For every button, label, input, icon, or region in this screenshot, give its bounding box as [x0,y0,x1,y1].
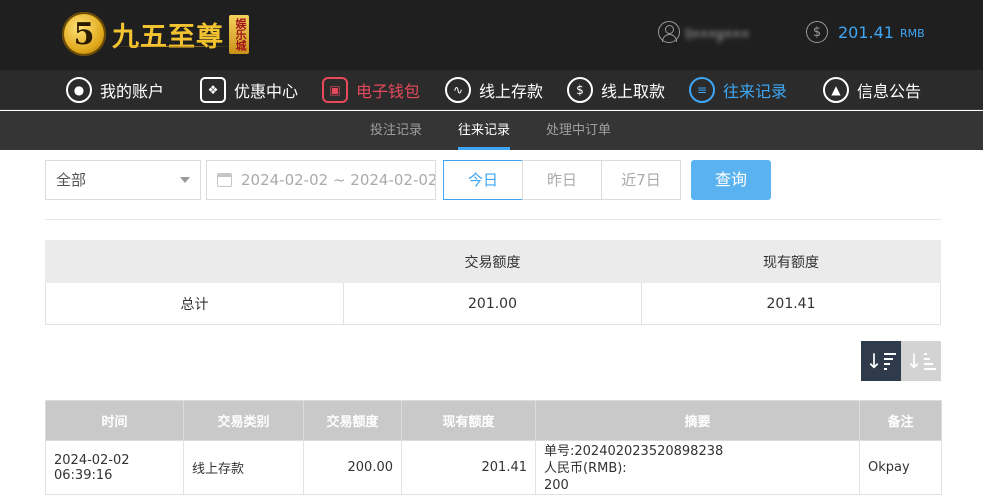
nav-label: 我的账户 [100,82,165,101]
nav-announcements[interactable]: ▲ 信息公告 [823,70,921,110]
summary-header-cell [45,240,344,283]
sub-nav: 投注记录 往来记录 处理中订单 [0,111,983,150]
sort-desc-icon: ↓ [866,349,897,373]
balance-amount: 201.41 [838,22,894,42]
summary-header-cell: 交易额度 [343,240,642,283]
nav-promotions[interactable]: ❖ 优惠中心 [200,70,298,110]
summary-header-row: 交易额度 现有额度 [45,240,941,283]
nav-label: 线上存款 [479,82,544,101]
nav-my-account[interactable]: ● 我的账户 [66,70,164,110]
nav-records[interactable]: ≡ 往来记录 [689,70,787,110]
query-button[interactable]: 查询 [691,160,771,200]
bell-icon: ▲ [823,77,849,103]
summary-header-cell: 现有额度 [641,240,941,283]
col-header-type[interactable]: 交易类别 [183,400,304,441]
cell-time: 2024-02-02 06:39:16 [45,440,184,495]
yesterday-button[interactable]: 昨日 [522,160,602,200]
type-select[interactable]: 全部 [45,160,201,200]
nav-label: 线上取款 [601,82,666,101]
username-text: t•••y••• [686,27,750,43]
nav-label: 往来记录 [723,82,788,101]
calendar-icon [217,173,232,187]
cell-note: Okpay [859,440,942,495]
withdraw-icon: $ [567,77,593,103]
col-header-balance[interactable]: 现有额度 [401,400,536,441]
type-select-value: 全部 [56,171,87,189]
tab-bet-records[interactable]: 投注记录 [370,111,422,150]
col-header-time[interactable]: 时间 [45,400,184,441]
tab-pending-orders[interactable]: 处理中订单 [546,111,611,150]
logo-emblem: 5 [62,12,106,56]
summary-currency: 人民币(RMB): [544,461,627,476]
brand-logo[interactable]: 5 九五至尊 娱乐城 [62,6,249,62]
summary-value: 200 [544,478,569,493]
col-header-summary[interactable]: 摘要 [535,400,860,441]
summary-current-balance: 201.41 [641,282,941,325]
summary-trade-amount: 201.00 [343,282,642,325]
tab-transaction-records[interactable]: 往来记录 [458,111,511,150]
sort-asc-icon: ↓ [906,349,937,373]
user-icon [658,21,680,43]
nav-wallet[interactable]: ▣ 电子钱包 [322,70,420,110]
caret-down-icon [180,177,190,183]
summary-row: 总计 201.00 201.41 [45,282,941,325]
sort-ascending-button[interactable]: ↓ [901,341,941,381]
nav-label: 电子钱包 [356,82,421,101]
today-button[interactable]: 今日 [443,160,523,200]
sort-descending-button[interactable]: ↓ [861,341,901,381]
gift-icon: ❖ [200,77,226,103]
user-icon: ● [66,77,92,103]
balance-display: $ 201.41 RMB [806,21,925,43]
cell-type: 线上存款 [183,440,304,495]
summary-label: 总计 [45,282,344,325]
deposit-icon: ∿ [445,77,471,103]
records-table: 时间 交易类别 交易额度 现有额度 摘要 备注 2024-02-02 06:39… [45,400,942,495]
cell-balance: 201.41 [401,440,536,495]
logo-ornament [114,46,234,47]
nav-deposit[interactable]: ∿ 线上存款 [445,70,543,110]
brand-subtitle: 娱乐城 [229,14,249,54]
nav-label: 信息公告 [857,82,922,101]
records-icon: ≡ [689,77,715,103]
divider [45,219,941,220]
date-range-input[interactable]: 2024-02-02 ~ 2024-02-02 [206,160,436,200]
wallet-icon: ▣ [322,77,348,103]
user-info[interactable]: t•••y••• [658,21,778,43]
cell-amount: 200.00 [303,440,402,495]
cell-summary: 单号:202402023520898238 人民币(RMB): 200 [535,440,860,495]
col-header-note[interactable]: 备注 [859,400,942,441]
col-header-amount[interactable]: 交易额度 [303,400,402,441]
main-nav: ● 我的账户 ❖ 优惠中心 ▣ 电子钱包 ∿ 线上存款 $ 线上取款 ≡ 往来记… [0,70,983,110]
top-header: 5 九五至尊 娱乐城 t•••y••• $ 201.41 RMB [0,0,983,70]
summary-order-no: 单号:202402023520898238 [544,444,724,459]
nav-label: 优惠中心 [234,82,299,101]
nav-withdraw[interactable]: $ 线上取款 [567,70,665,110]
records-header-row: 时间 交易类别 交易额度 现有额度 摘要 备注 [45,400,942,441]
username: t•••y••• [686,24,778,43]
summary-table: 交易额度 现有额度 总计 201.00 201.41 [45,240,941,325]
last-7-days-button[interactable]: 近7日 [601,160,681,200]
table-row: 2024-02-02 06:39:16 线上存款 200.00 201.41 单… [45,440,942,495]
balance-currency: RMB [899,27,925,40]
brand-name: 九五至尊 [112,21,224,53]
date-range-value: 2024-02-02 ~ 2024-02-02 [241,171,436,189]
dollar-icon: $ [806,21,828,43]
